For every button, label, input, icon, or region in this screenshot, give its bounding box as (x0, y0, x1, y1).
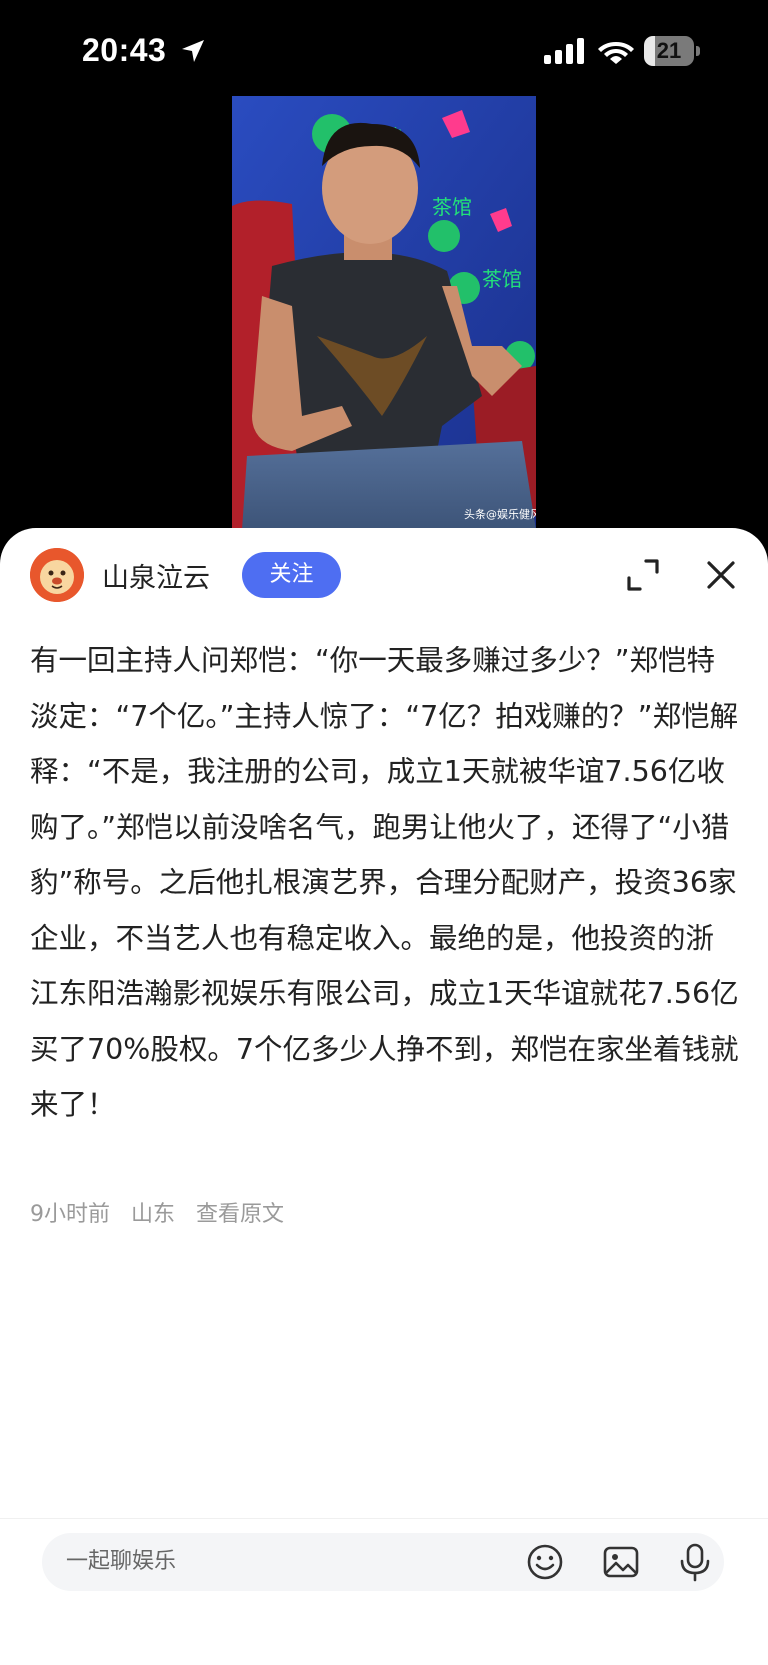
post-location: 山东 (131, 1202, 176, 1227)
view-original-link[interactable]: 查看原文 (196, 1202, 284, 1227)
photo-watermark: 头条@娱乐健风 (464, 507, 536, 521)
wifi-icon (598, 42, 634, 64)
avatar[interactable] (30, 548, 84, 602)
author-row: 山泉泣云 关注 (0, 528, 768, 624)
backdrop-text-3: 茶馆 (482, 267, 522, 291)
post-meta: 9小时前 山东 查看原文 (30, 1196, 298, 1228)
status-bar: 20:43 21 (0, 0, 768, 100)
post-sheet: 山泉泣云 关注 有一回主持人问郑恺：“你一天最多赚过多少？”郑恺特淡定：“7个亿… (0, 528, 768, 1665)
microphone-icon[interactable] (676, 1542, 714, 1582)
battery-cap (696, 46, 700, 56)
post-time: 9小时前 (30, 1202, 110, 1227)
screen: 20:43 21 茶馆 茶馆 头条@娱乐健风 山泉泣云 关注 有一回主持人问郑恺… (0, 0, 768, 1665)
status-time: 20:43 (82, 32, 167, 68)
expand-icon[interactable] (626, 558, 660, 592)
battery-level: 21 (656, 38, 682, 63)
close-icon[interactable] (706, 560, 736, 590)
post-text: 有一回主持人问郑恺：“你一天最多赚过多少？”郑恺特淡定：“7个亿。”主持人惊了：… (30, 644, 739, 1121)
location-arrow-icon (182, 40, 204, 62)
emoji-icon[interactable] (526, 1543, 564, 1581)
comment-placeholder: 一起聊娱乐 (66, 1549, 177, 1574)
backdrop-text-2: 茶馆 (432, 195, 472, 219)
lion-avatar-icon (30, 548, 84, 602)
author-name[interactable]: 山泉泣云 (102, 556, 210, 595)
battery-icon: 21 (644, 36, 700, 66)
post-photo[interactable]: 茶馆 茶馆 茶馆 头条@娱乐健风 (232, 96, 536, 530)
comment-bar: 一起聊娱乐 (0, 1518, 768, 1665)
image-icon[interactable] (602, 1543, 640, 1581)
photo-illustration: 茶馆 茶馆 茶馆 头条@娱乐健风 (232, 96, 536, 530)
battery-body: 21 (644, 36, 694, 66)
follow-button[interactable]: 关注 (242, 552, 341, 598)
cellular-signal-icon (544, 38, 584, 64)
comment-input[interactable]: 一起聊娱乐 (42, 1533, 724, 1591)
